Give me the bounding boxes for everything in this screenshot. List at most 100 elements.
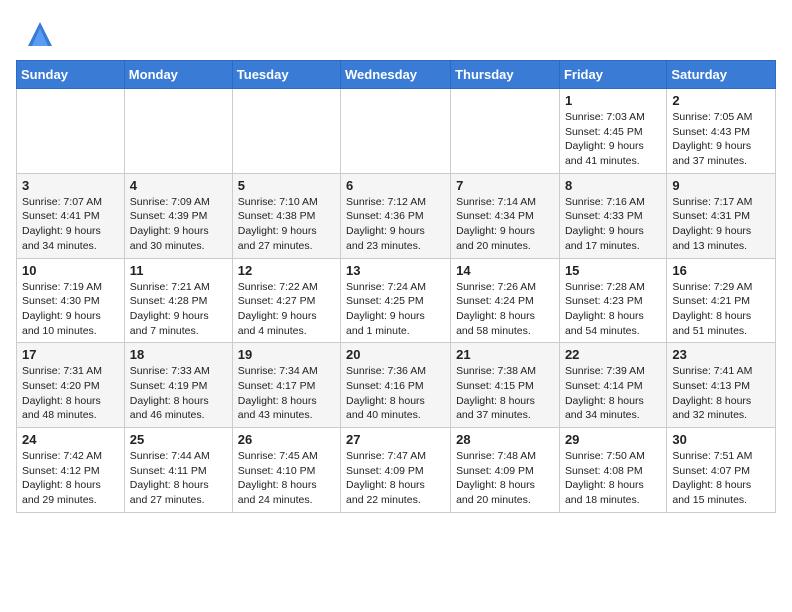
calendar-cell: 23 Sunrise: 7:41 AM Sunset: 4:13 PM Dayli… <box>667 343 776 428</box>
day-number: 2 <box>672 93 770 108</box>
weekday-header-friday: Friday <box>559 61 666 89</box>
weekday-header-wednesday: Wednesday <box>341 61 451 89</box>
weekday-header-thursday: Thursday <box>451 61 560 89</box>
day-info: Sunrise: 7:50 AM Sunset: 4:08 PM Dayligh… <box>565 449 661 508</box>
day-number: 10 <box>22 263 119 278</box>
logo-icon <box>24 18 56 50</box>
day-info: Sunrise: 7:31 AM Sunset: 4:20 PM Dayligh… <box>22 364 119 423</box>
calendar-cell: 25 Sunrise: 7:44 AM Sunset: 4:11 PM Dayli… <box>124 428 232 513</box>
day-number: 23 <box>672 347 770 362</box>
calendar-cell: 8 Sunrise: 7:16 AM Sunset: 4:33 PM Daylig… <box>559 173 666 258</box>
calendar-cell: 19 Sunrise: 7:34 AM Sunset: 4:17 PM Dayli… <box>232 343 340 428</box>
day-number: 15 <box>565 263 661 278</box>
day-number: 6 <box>346 178 445 193</box>
day-info: Sunrise: 7:41 AM Sunset: 4:13 PM Dayligh… <box>672 364 770 423</box>
day-number: 8 <box>565 178 661 193</box>
calendar-cell: 18 Sunrise: 7:33 AM Sunset: 4:19 PM Dayli… <box>124 343 232 428</box>
day-number: 26 <box>238 432 335 447</box>
day-info: Sunrise: 7:48 AM Sunset: 4:09 PM Dayligh… <box>456 449 554 508</box>
day-number: 9 <box>672 178 770 193</box>
day-info: Sunrise: 7:22 AM Sunset: 4:27 PM Dayligh… <box>238 280 335 339</box>
calendar-cell: 6 Sunrise: 7:12 AM Sunset: 4:36 PM Daylig… <box>341 173 451 258</box>
day-info: Sunrise: 7:16 AM Sunset: 4:33 PM Dayligh… <box>565 195 661 254</box>
calendar-table: SundayMondayTuesdayWednesdayThursdayFrid… <box>16 60 776 513</box>
calendar-cell: 29 Sunrise: 7:50 AM Sunset: 4:08 PM Dayli… <box>559 428 666 513</box>
day-number: 4 <box>130 178 227 193</box>
calendar-cell: 21 Sunrise: 7:38 AM Sunset: 4:15 PM Dayli… <box>451 343 560 428</box>
day-info: Sunrise: 7:33 AM Sunset: 4:19 PM Dayligh… <box>130 364 227 423</box>
weekday-header-saturday: Saturday <box>667 61 776 89</box>
day-info: Sunrise: 7:09 AM Sunset: 4:39 PM Dayligh… <box>130 195 227 254</box>
weekday-header-row: SundayMondayTuesdayWednesdayThursdayFrid… <box>17 61 776 89</box>
calendar-cell: 7 Sunrise: 7:14 AM Sunset: 4:34 PM Daylig… <box>451 173 560 258</box>
day-info: Sunrise: 7:51 AM Sunset: 4:07 PM Dayligh… <box>672 449 770 508</box>
calendar-cell: 12Sunrise: 7:22 AM Sunset: 4:27 PM Dayli… <box>232 258 340 343</box>
day-number: 30 <box>672 432 770 447</box>
day-number: 17 <box>22 347 119 362</box>
calendar-cell: 17 Sunrise: 7:31 AM Sunset: 4:20 PM Dayli… <box>17 343 125 428</box>
calendar-cell <box>451 89 560 174</box>
weekday-header-tuesday: Tuesday <box>232 61 340 89</box>
day-info: Sunrise: 7:05 AM Sunset: 4:43 PM Dayligh… <box>672 110 770 169</box>
day-info: Sunrise: 7:17 AM Sunset: 4:31 PM Dayligh… <box>672 195 770 254</box>
page-header <box>0 0 792 60</box>
day-info: Sunrise: 7:10 AM Sunset: 4:38 PM Dayligh… <box>238 195 335 254</box>
day-number: 21 <box>456 347 554 362</box>
calendar-wrap: SundayMondayTuesdayWednesdayThursdayFrid… <box>0 60 792 521</box>
day-info: Sunrise: 7:14 AM Sunset: 4:34 PM Dayligh… <box>456 195 554 254</box>
day-number: 20 <box>346 347 445 362</box>
calendar-cell: 13 Sunrise: 7:24 AM Sunset: 4:25 PM Dayli… <box>341 258 451 343</box>
day-number: 14 <box>456 263 554 278</box>
day-info: Sunrise: 7:45 AM Sunset: 4:10 PM Dayligh… <box>238 449 335 508</box>
day-info: Sunrise: 7:29 AM Sunset: 4:21 PM Dayligh… <box>672 280 770 339</box>
week-row-3: 10 Sunrise: 7:19 AM Sunset: 4:30 PM Dayli… <box>17 258 776 343</box>
calendar-cell: 9 Sunrise: 7:17 AM Sunset: 4:31 PM Daylig… <box>667 173 776 258</box>
day-info: Sunrise: 7:36 AM Sunset: 4:16 PM Dayligh… <box>346 364 445 423</box>
calendar-cell: 16 Sunrise: 7:29 AM Sunset: 4:21 PM Dayli… <box>667 258 776 343</box>
day-number: 24 <box>22 432 119 447</box>
day-info: Sunrise: 7:07 AM Sunset: 4:41 PM Dayligh… <box>22 195 119 254</box>
day-info: Sunrise: 7:47 AM Sunset: 4:09 PM Dayligh… <box>346 449 445 508</box>
day-info: Sunrise: 7:38 AM Sunset: 4:15 PM Dayligh… <box>456 364 554 423</box>
day-info: Sunrise: 7:19 AM Sunset: 4:30 PM Dayligh… <box>22 280 119 339</box>
day-info: Sunrise: 7:44 AM Sunset: 4:11 PM Dayligh… <box>130 449 227 508</box>
calendar-cell: 10 Sunrise: 7:19 AM Sunset: 4:30 PM Dayli… <box>17 258 125 343</box>
logo <box>24 18 60 50</box>
calendar-cell: 4 Sunrise: 7:09 AM Sunset: 4:39 PM Daylig… <box>124 173 232 258</box>
day-number: 19 <box>238 347 335 362</box>
calendar-cell: 24Sunrise: 7:42 AM Sunset: 4:12 PM Dayli… <box>17 428 125 513</box>
day-number: 25 <box>130 432 227 447</box>
week-row-1: 1 Sunrise: 7:03 AM Sunset: 4:45 PM Daylig… <box>17 89 776 174</box>
day-number: 3 <box>22 178 119 193</box>
day-info: Sunrise: 7:34 AM Sunset: 4:17 PM Dayligh… <box>238 364 335 423</box>
day-info: Sunrise: 7:03 AM Sunset: 4:45 PM Dayligh… <box>565 110 661 169</box>
day-info: Sunrise: 7:12 AM Sunset: 4:36 PM Dayligh… <box>346 195 445 254</box>
calendar-body: 1 Sunrise: 7:03 AM Sunset: 4:45 PM Daylig… <box>17 89 776 513</box>
week-row-5: 24Sunrise: 7:42 AM Sunset: 4:12 PM Dayli… <box>17 428 776 513</box>
calendar-cell: 14 Sunrise: 7:26 AM Sunset: 4:24 PM Dayli… <box>451 258 560 343</box>
day-number: 1 <box>565 93 661 108</box>
day-number: 13 <box>346 263 445 278</box>
day-number: 16 <box>672 263 770 278</box>
day-info: Sunrise: 7:39 AM Sunset: 4:14 PM Dayligh… <box>565 364 661 423</box>
day-number: 29 <box>565 432 661 447</box>
calendar-cell: 1 Sunrise: 7:03 AM Sunset: 4:45 PM Daylig… <box>559 89 666 174</box>
calendar-cell <box>124 89 232 174</box>
calendar-cell: 5 Sunrise: 7:10 AM Sunset: 4:38 PM Daylig… <box>232 173 340 258</box>
day-info: Sunrise: 7:26 AM Sunset: 4:24 PM Dayligh… <box>456 280 554 339</box>
calendar-cell: 3 Sunrise: 7:07 AM Sunset: 4:41 PM Daylig… <box>17 173 125 258</box>
day-info: Sunrise: 7:28 AM Sunset: 4:23 PM Dayligh… <box>565 280 661 339</box>
calendar-cell: 11 Sunrise: 7:21 AM Sunset: 4:28 PM Dayli… <box>124 258 232 343</box>
day-info: Sunrise: 7:21 AM Sunset: 4:28 PM Dayligh… <box>130 280 227 339</box>
day-number: 11 <box>130 263 227 278</box>
day-number: 22 <box>565 347 661 362</box>
day-number: 28 <box>456 432 554 447</box>
weekday-header-sunday: Sunday <box>17 61 125 89</box>
calendar-cell: 15 Sunrise: 7:28 AM Sunset: 4:23 PM Dayli… <box>559 258 666 343</box>
calendar-cell <box>17 89 125 174</box>
weekday-header-monday: Monday <box>124 61 232 89</box>
day-number: 5 <box>238 178 335 193</box>
day-info: Sunrise: 7:24 AM Sunset: 4:25 PM Dayligh… <box>346 280 445 339</box>
day-number: 7 <box>456 178 554 193</box>
day-number: 18 <box>130 347 227 362</box>
